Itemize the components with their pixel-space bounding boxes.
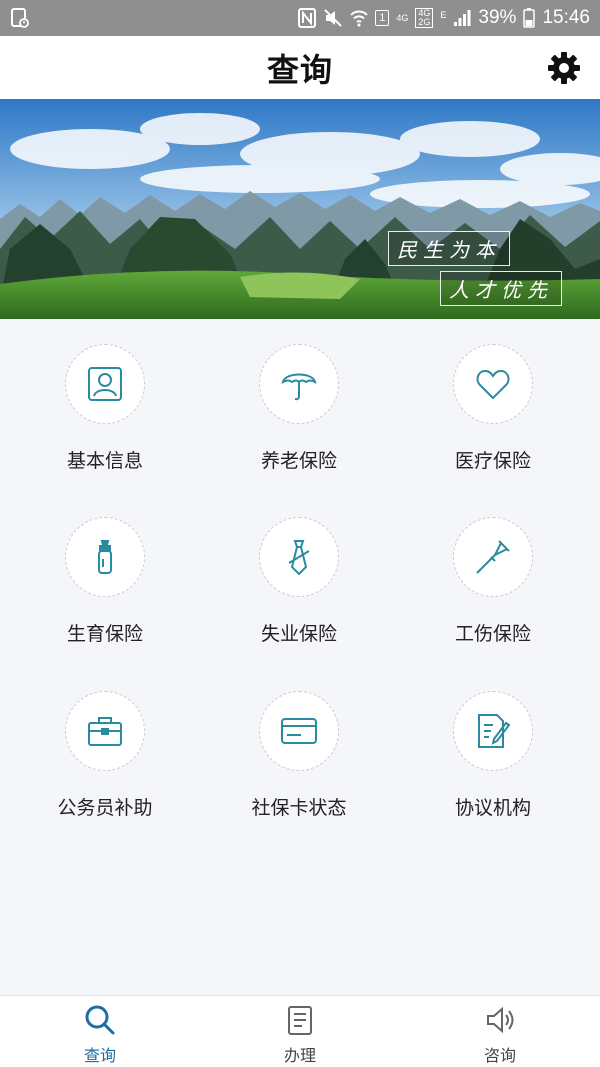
sim-slot-badge: 1 — [375, 10, 390, 26]
menu-item-civil-servant-subsidy[interactable]: 公务员补助 — [5, 666, 205, 836]
menu-item-pension-insurance[interactable]: 养老保险 — [199, 319, 399, 489]
edge-label: E — [440, 10, 447, 20]
menu-item-unemployment-insurance[interactable]: 失业保险 — [199, 492, 399, 662]
crutch-icon — [476, 540, 510, 574]
banner-caption-line1: 民生为本 — [388, 231, 510, 266]
menu-icon-circle — [259, 691, 339, 771]
network-stack-bottom: 2G — [418, 17, 431, 27]
speaker-icon — [487, 1006, 514, 1034]
gear-icon — [548, 52, 580, 84]
tab-handle[interactable]: 办理 — [200, 996, 400, 1067]
document-edit-icon — [478, 714, 511, 748]
menu-label: 基本信息 — [66, 450, 143, 472]
signal-icon — [453, 9, 471, 27]
tab-label: 办理 — [283, 1046, 316, 1065]
network-gen-label: 4G — [396, 12, 409, 23]
clipboard-icon — [288, 1006, 312, 1035]
tab-query[interactable]: 查询 — [0, 996, 200, 1067]
menu-item-medical-insurance[interactable]: 医疗保险 — [393, 319, 593, 489]
menu-item-maternity-insurance[interactable]: 生育保险 — [5, 492, 205, 662]
menu-label: 协议机构 — [454, 797, 531, 819]
status-bar: 1 4G 4G 2G E 39% 15:46 — [0, 0, 600, 36]
menu-icon-circle — [453, 517, 533, 597]
menu-icon-circle — [453, 691, 533, 771]
umbrella-icon — [281, 373, 317, 401]
menu-label: 生育保险 — [66, 623, 143, 645]
menu-icon-circle — [453, 344, 533, 424]
menu-label: 公务员补助 — [57, 797, 153, 819]
bottom-tab-bar: 查询 办理 咨询 — [0, 995, 600, 1067]
baby-bottle-icon — [98, 540, 112, 574]
app-header: 查询 — [0, 36, 600, 99]
page-title: 查询 — [266, 50, 333, 89]
search-icon — [85, 1005, 115, 1035]
menu-item-work-injury-insurance[interactable]: 工伤保险 — [393, 492, 593, 662]
wifi-icon — [350, 9, 368, 27]
heart-icon — [476, 369, 510, 400]
tie-icon — [288, 540, 310, 576]
menu-icon-circle — [65, 344, 145, 424]
menu-label: 社保卡状态 — [251, 797, 347, 819]
menu-icon-circle — [65, 691, 145, 771]
menu-item-basic-info[interactable]: 基本信息 — [5, 319, 205, 489]
menu-icon-circle — [259, 517, 339, 597]
tab-label: 查询 — [83, 1046, 116, 1065]
tab-label: 咨询 — [483, 1046, 516, 1065]
mute-icon — [323, 8, 343, 28]
menu-icon-circle — [259, 344, 339, 424]
briefcase-icon — [88, 717, 122, 746]
settings-button[interactable] — [546, 50, 582, 86]
battery-icon — [523, 8, 536, 28]
id-card-icon — [88, 367, 122, 401]
menu-label: 失业保险 — [260, 623, 337, 645]
menu-item-social-card-status[interactable]: 社保卡状态 — [199, 666, 399, 836]
banner[interactable]: 民生为本 人才优先 — [0, 99, 600, 319]
network-stack: 4G 2G — [415, 8, 434, 28]
tab-consult[interactable]: 咨询 — [400, 996, 600, 1067]
sim-card-icon — [10, 7, 30, 29]
menu-label: 养老保险 — [260, 450, 337, 472]
banner-caption-line2: 人才优先 — [440, 271, 562, 306]
menu-label: 工伤保险 — [454, 623, 531, 645]
battery-percent: 39% — [478, 7, 517, 28]
menu-label: 医疗保险 — [454, 450, 531, 472]
menu-item-agreement-institutions[interactable]: 协议机构 — [393, 666, 593, 836]
card-icon — [281, 718, 317, 744]
menu-icon-circle — [65, 517, 145, 597]
nfc-icon — [298, 8, 317, 28]
clock: 15:46 — [542, 7, 590, 28]
